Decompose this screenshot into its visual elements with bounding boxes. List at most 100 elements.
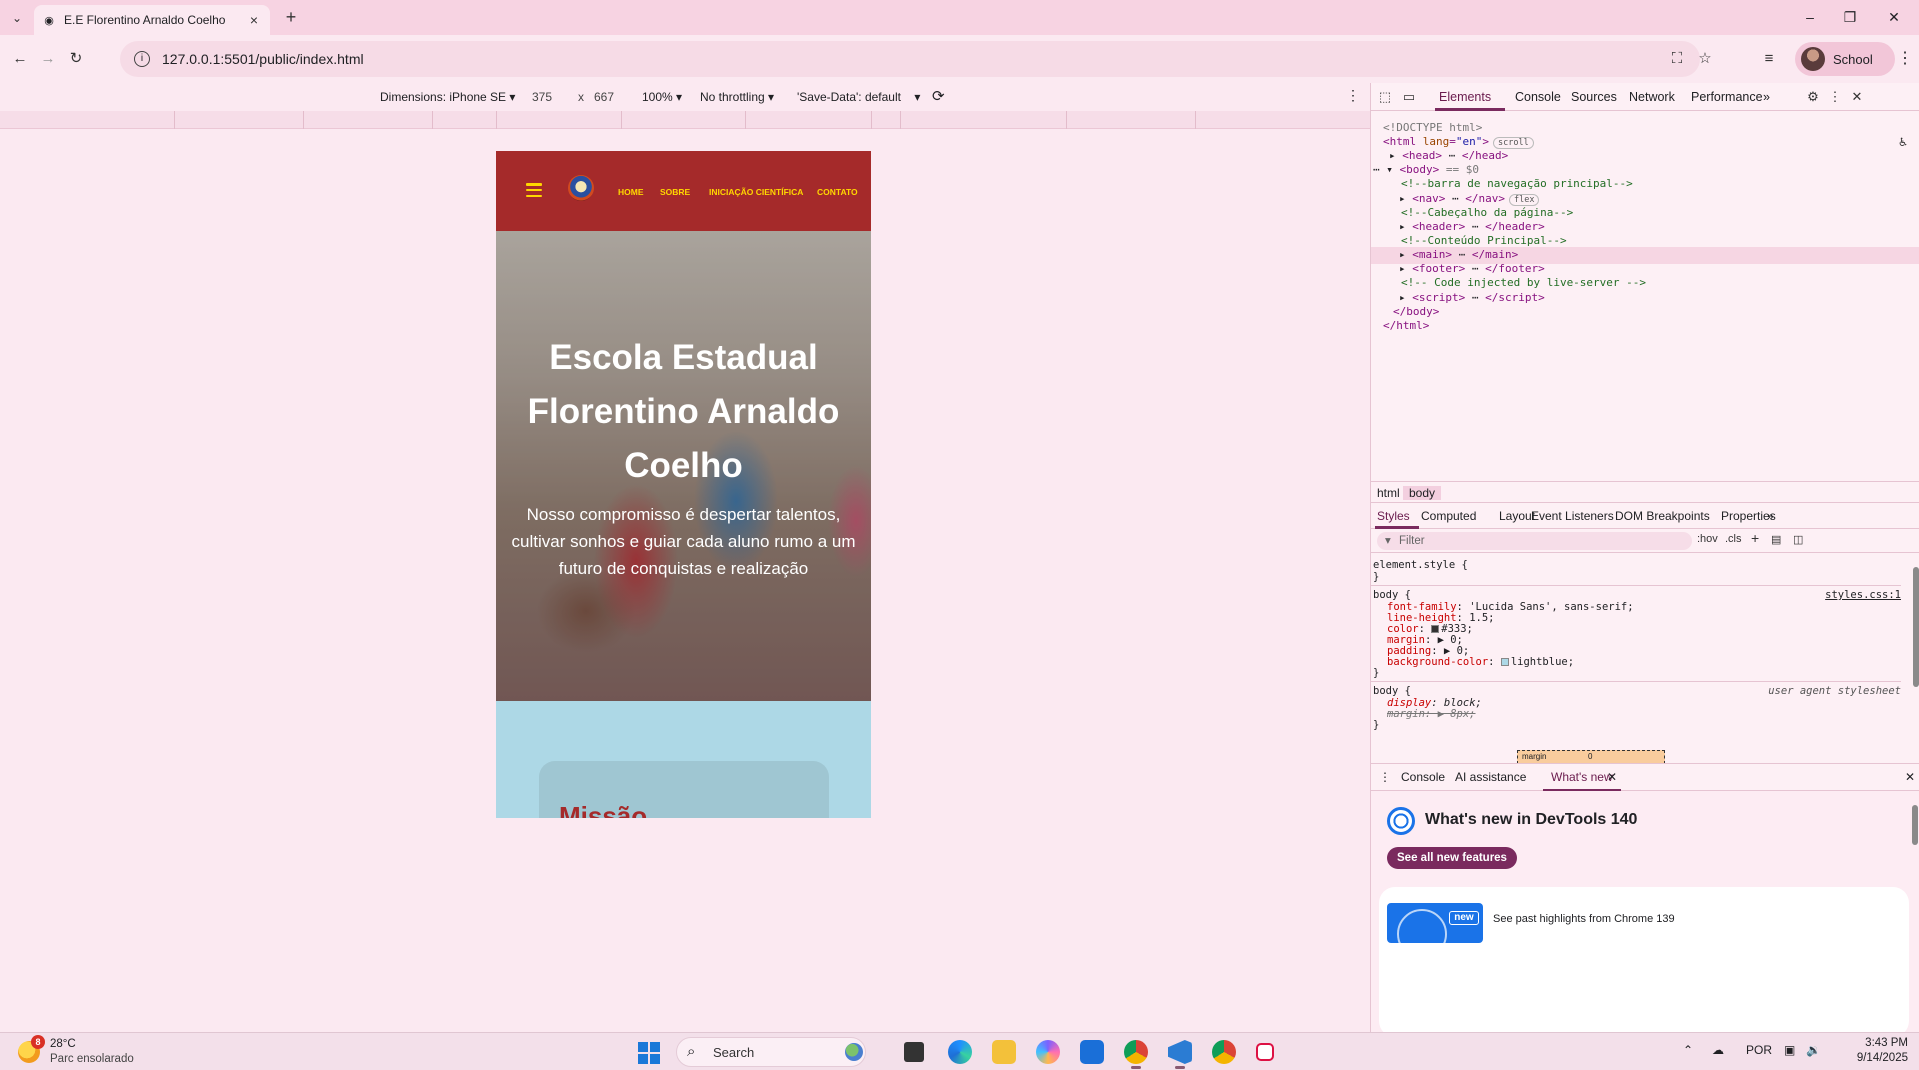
close-whats-new-icon[interactable]: ✕	[1607, 770, 1617, 784]
scrollbar-thumb[interactable]	[1913, 567, 1919, 687]
input-language[interactable]: POR	[1746, 1043, 1772, 1057]
close-window-icon[interactable]: ✕	[1874, 5, 1914, 29]
scrollbar-thumb[interactable]	[1912, 805, 1918, 845]
settings-gear-icon[interactable]: ⚙	[1805, 89, 1821, 105]
css-prop-margin-overridden[interactable]: margin: ▶ 8px;	[1387, 708, 1476, 720]
media-query-marker[interactable]	[174, 111, 175, 129]
tab-performance[interactable]: Performance	[1691, 90, 1763, 104]
media-query-marker[interactable]	[1066, 111, 1067, 129]
emulated-page[interactable]: HOME SOBRE INICIAÇÃO CIENTÍFICA CONTATO …	[496, 151, 871, 818]
devtools-close-icon[interactable]: ✕	[1849, 89, 1865, 105]
box-model-margin[interactable]: margin 0	[1517, 750, 1665, 764]
browser-menu-kebab-icon[interactable]: ⋮	[1897, 47, 1913, 71]
color-swatch[interactable]	[1431, 625, 1440, 633]
throttling-select[interactable]: No throttling ▾	[700, 90, 774, 104]
file-explorer-icon[interactable]	[992, 1040, 1016, 1064]
tab-network[interactable]: Network	[1629, 90, 1675, 104]
drawer-menu-icon[interactable]: ⋮	[1379, 770, 1391, 784]
edge-icon[interactable]	[948, 1040, 972, 1064]
weather-temperature[interactable]: 28°C	[50, 1038, 76, 1050]
past-highlights-link[interactable]: See past highlights from Chrome 139	[1493, 913, 1675, 925]
element-style-selector[interactable]: element.style {	[1373, 559, 1468, 571]
device-dimensions-select[interactable]: Dimensions: iPhone SE ▾	[380, 90, 515, 104]
forward-arrow-icon[interactable]: →	[36, 47, 60, 71]
styles-scrollbar[interactable]	[1911, 553, 1919, 763]
hamburger-menu-icon[interactable]	[526, 183, 542, 197]
nav-link-iniciacao[interactable]: INICIAÇÃO CIENTÍFICA	[709, 187, 803, 197]
new-rule-plus-icon[interactable]: +	[1751, 530, 1759, 546]
breadcrumb-html[interactable]: html	[1377, 486, 1400, 500]
tab-sources[interactable]: Sources	[1571, 90, 1617, 104]
restore-window-icon[interactable]: ❐	[1830, 5, 1870, 29]
drawer-tab-ai-assistance[interactable]: AI assistance	[1455, 770, 1526, 784]
media-query-marker[interactable]	[745, 111, 746, 129]
drawer-tab-console[interactable]: Console	[1401, 770, 1445, 784]
site-info-icon[interactable]: i	[134, 51, 150, 67]
dom-html-close[interactable]: </html>	[1383, 317, 1429, 334]
device-toolbar-more-icon[interactable]: ⋮	[1346, 87, 1360, 104]
ua-rule-selector[interactable]: body {	[1373, 685, 1411, 697]
drawer-tab-whats-new[interactable]: What's new	[1551, 770, 1613, 784]
school-logo[interactable]	[568, 175, 594, 201]
media-query-marker[interactable]	[303, 111, 304, 129]
zoom-select[interactable]: 100% ▾	[642, 90, 682, 104]
task-view-icon[interactable]	[904, 1042, 924, 1062]
media-query-marker[interactable]	[871, 111, 872, 129]
devtools-menu-icon[interactable]: ⋮	[1827, 89, 1843, 105]
styles-filter-input[interactable]: ▾ Filter	[1377, 532, 1692, 550]
minimize-window-icon[interactable]: –	[1790, 5, 1830, 29]
vscode-icon[interactable]	[1168, 1040, 1192, 1064]
volume-icon[interactable]: 🔉	[1806, 1043, 1821, 1057]
hov-toggle[interactable]: :hov	[1697, 533, 1718, 545]
tray-overflow-chevron-icon[interactable]: ⌃	[1683, 1043, 1693, 1057]
tab-search-chevron-icon[interactable]: ⌄	[6, 8, 28, 28]
media-query-marker[interactable]	[900, 111, 901, 129]
computed-styles-icon[interactable]: ▤	[1771, 533, 1781, 546]
subtab-computed[interactable]: Computed	[1421, 509, 1476, 523]
see-all-features-button[interactable]: See all new features	[1387, 847, 1517, 869]
media-query-marker[interactable]	[496, 111, 497, 129]
translate-icon[interactable]: ⛶	[1666, 48, 1688, 70]
subtab-styles[interactable]: Styles	[1377, 509, 1410, 523]
close-drawer-icon[interactable]: ✕	[1905, 770, 1915, 784]
chrome-profile-icon[interactable]	[1212, 1040, 1236, 1064]
nav-link-contato[interactable]: CONTATO	[817, 187, 858, 197]
media-query-ruler[interactable]	[0, 111, 1370, 129]
device-height-input[interactable]: 667	[594, 90, 614, 104]
weather-description[interactable]: Parc ensolarado	[50, 1053, 134, 1065]
media-query-marker[interactable]	[621, 111, 622, 129]
clock-date[interactable]: 9/14/2025	[1846, 1052, 1908, 1064]
tab-close-icon[interactable]: ×	[246, 12, 262, 28]
address-bar[interactable]: i 127.0.0.1:5501/public/index.html	[120, 41, 1700, 77]
profile-button[interactable]: School	[1795, 42, 1895, 76]
taskbar-search[interactable]: ⌕ Search	[676, 1037, 866, 1067]
cls-toggle[interactable]: .cls	[1725, 533, 1742, 545]
snipping-tool-icon[interactable]	[1256, 1043, 1274, 1061]
device-toggle-icon[interactable]: ▭	[1401, 89, 1417, 105]
save-data-select[interactable]: 'Save-Data': default ▾	[797, 90, 920, 104]
more-tabs-icon[interactable]: »	[1763, 90, 1770, 104]
new-tab-plus-icon[interactable]: +	[280, 7, 302, 29]
tab-console[interactable]: Console	[1515, 90, 1561, 104]
sidebar-toggle-icon[interactable]: ◫	[1793, 533, 1803, 546]
reload-icon[interactable]: ↻	[64, 47, 88, 71]
nav-link-home[interactable]: HOME	[618, 187, 644, 197]
chrome-icon[interactable]	[1124, 1040, 1148, 1064]
body-rule-selector[interactable]: body {	[1373, 589, 1411, 601]
inspect-element-icon[interactable]: ⬚	[1377, 89, 1393, 105]
css-prop-background-color[interactable]: background-color: lightblue;	[1387, 656, 1574, 668]
color-swatch[interactable]	[1500, 658, 1509, 666]
browser-tab-active[interactable]: ◉ E.E Florentino Arnaldo Coelho ×	[34, 5, 270, 35]
breadcrumb-body[interactable]: body	[1403, 486, 1442, 500]
tab-elements[interactable]: Elements	[1439, 90, 1491, 104]
nav-link-sobre[interactable]: SOBRE	[660, 187, 690, 197]
onedrive-cloud-icon[interactable]: ☁	[1712, 1043, 1724, 1057]
copilot-icon[interactable]	[1036, 1040, 1060, 1064]
subtab-layout[interactable]: Layout	[1499, 509, 1535, 523]
rotate-device-icon[interactable]: ⟳	[932, 87, 945, 105]
body-rule-source-link[interactable]: styles.css:1	[1825, 589, 1901, 601]
clock-time[interactable]: 3:43 PM	[1860, 1037, 1908, 1049]
store-icon[interactable]	[1080, 1040, 1104, 1064]
bookmark-star-icon[interactable]: ☆	[1694, 48, 1716, 70]
media-controls-icon[interactable]: ≡	[1758, 48, 1780, 70]
